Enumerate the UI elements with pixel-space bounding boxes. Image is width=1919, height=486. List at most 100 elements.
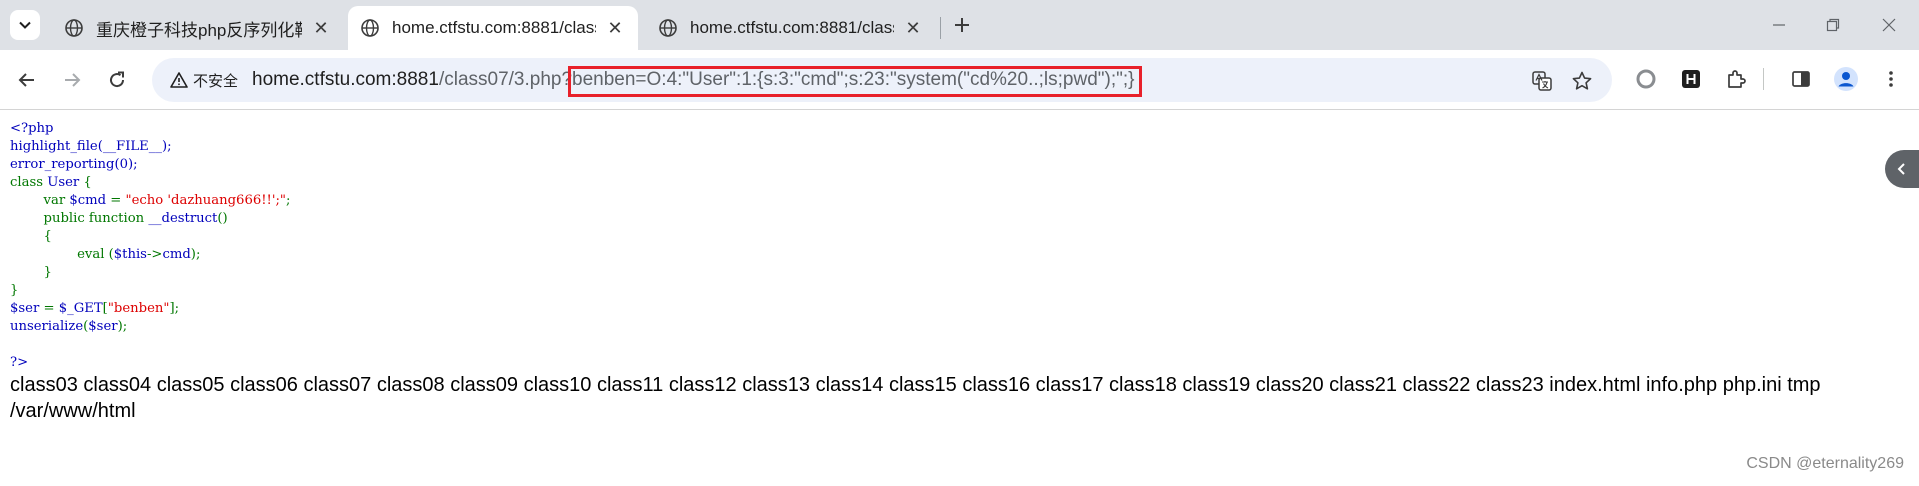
close-icon: [1882, 18, 1896, 32]
tab-title: 重庆橙子科技php反序列化靶场: [96, 20, 302, 40]
h-extension-icon: [1682, 70, 1700, 88]
code-token: User: [47, 175, 84, 190]
side-panel-button[interactable]: [1786, 64, 1816, 94]
code-token: eval: [10, 247, 109, 262]
translate-icon: [1532, 71, 1552, 91]
code-token: "benben": [107, 301, 170, 316]
extension-circle-button[interactable]: [1631, 64, 1661, 94]
close-icon[interactable]: ✕: [604, 17, 626, 39]
code-token: <?php: [10, 121, 54, 136]
code-token: }: [10, 283, 19, 298]
close-icon[interactable]: ✕: [902, 17, 924, 39]
command-output: class03 class04 class05 class06 class07 …: [10, 372, 1821, 424]
tab-title: home.ctfstu.com:8881/class0: [690, 18, 894, 37]
new-tab-button[interactable]: [948, 11, 976, 39]
code-line: {: [10, 228, 290, 246]
code-line: var $cmd = "echo 'dazhuang666!!';";: [10, 192, 291, 210]
close-window-button[interactable]: [1872, 8, 1906, 42]
code-token: $this: [113, 247, 147, 262]
warning-triangle-icon: [170, 72, 188, 88]
back-button[interactable]: [11, 64, 43, 96]
code-line: ​: [10, 336, 290, 354]
watermark: CSDN @eternality269: [1746, 455, 1904, 472]
output-line: /var/www/html: [10, 400, 136, 422]
side-panel-icon: [1792, 71, 1810, 87]
profile-button[interactable]: [1831, 64, 1861, 94]
globe-icon: [65, 19, 83, 37]
tab-search-button[interactable]: [10, 10, 40, 40]
code-token: =: [110, 193, 126, 208]
chevron-left-icon: [1897, 163, 1905, 175]
code-token: ->: [146, 247, 163, 262]
close-icon[interactable]: ✕: [310, 17, 332, 39]
url-path: /class07/3.php?: [438, 69, 573, 90]
tab-title: home.ctfstu.com:8881/class0: [392, 18, 596, 37]
puzzle-icon: [1728, 70, 1746, 88]
restore-button[interactable]: [1816, 8, 1850, 42]
code-token: {: [83, 175, 92, 190]
code-token: ];: [169, 301, 180, 316]
star-icon: [1572, 71, 1592, 90]
php-source-code: <?php highlight_file(__FILE__); error_repo…: [10, 120, 290, 372]
code-token: $ser: [10, 301, 44, 316]
more-vertical-icon: [1889, 71, 1893, 87]
code-line: ?>: [10, 354, 290, 372]
code-token: );: [117, 319, 128, 334]
globe-icon: [361, 19, 379, 37]
code-token: {: [10, 229, 52, 244]
code-line: <?php: [10, 120, 290, 138]
highlight-box: [568, 66, 1142, 97]
code-token: unserialize: [10, 319, 84, 334]
security-indicator[interactable]: 不安全: [162, 66, 246, 94]
plus-icon: [955, 18, 969, 32]
code-token: ;: [285, 193, 291, 208]
forward-button[interactable]: [56, 64, 88, 96]
browser-menu-button[interactable]: [1876, 64, 1906, 94]
extensions-menu-button[interactable]: [1721, 64, 1751, 94]
code-token: class: [10, 175, 48, 190]
code-line: error_reporting(0);: [10, 156, 290, 174]
code-line: }: [10, 264, 290, 282]
toolbar-divider: [1763, 68, 1764, 90]
tab-divider: [940, 17, 941, 39]
code-token: (): [217, 211, 228, 226]
bookmark-star-button[interactable]: [1570, 69, 1594, 93]
reload-button[interactable]: [101, 64, 133, 96]
minimize-button[interactable]: [1762, 8, 1796, 42]
minimize-icon: [1773, 24, 1785, 26]
code-token: $_GET: [58, 301, 103, 316]
security-label: 不安全: [193, 72, 239, 90]
translate-button[interactable]: [1530, 69, 1554, 93]
code-token: cmd: [162, 247, 191, 262]
side-expand-tab[interactable]: [1885, 150, 1919, 188]
extension-h-button[interactable]: [1676, 64, 1706, 94]
code-line: class User {: [10, 174, 290, 192]
avatar-icon: [1834, 67, 1858, 91]
tab-strip: 重庆橙子科技php反序列化靶场 ✕ home.ctfstu.com:8881/c…: [0, 0, 1919, 50]
code-token: var: [10, 193, 70, 208]
code-line: $ser = $_GET["benben"];: [10, 300, 290, 318]
code-token: __destruct: [148, 211, 218, 226]
code-line: unserialize($ser);: [10, 318, 290, 336]
globe-icon: [659, 19, 677, 37]
arrow-left-icon: [18, 73, 34, 87]
restore-icon: [1826, 18, 1840, 32]
code-token: }: [10, 265, 52, 280]
tab-class07-active[interactable]: home.ctfstu.com:8881/class0 ✕: [348, 6, 638, 50]
code-token: ?>: [10, 355, 29, 370]
output-line: class03 class04 class05 class06 class07 …: [10, 374, 1821, 396]
code-token: "echo 'dazhuang666!!';": [125, 193, 286, 208]
arrow-right-icon: [65, 73, 81, 87]
tab-php-range[interactable]: 重庆橙子科技php反序列化靶场 ✕: [52, 6, 344, 50]
code-line: }: [10, 282, 290, 300]
tab-class07[interactable]: home.ctfstu.com:8881/class0 ✕: [646, 6, 936, 50]
reload-icon: [110, 71, 125, 88]
url-host: home.ctfstu.com:8881: [252, 69, 439, 90]
code-token: =: [43, 301, 59, 316]
code-token: highlight_file(__FILE__);: [10, 139, 172, 154]
code-line: highlight_file(__FILE__);: [10, 138, 290, 156]
circle-extension-icon: [1636, 69, 1656, 89]
code-token: public function: [10, 211, 149, 226]
code-token: error_reporting(0);: [10, 157, 138, 172]
code-token: $ser: [88, 319, 118, 334]
